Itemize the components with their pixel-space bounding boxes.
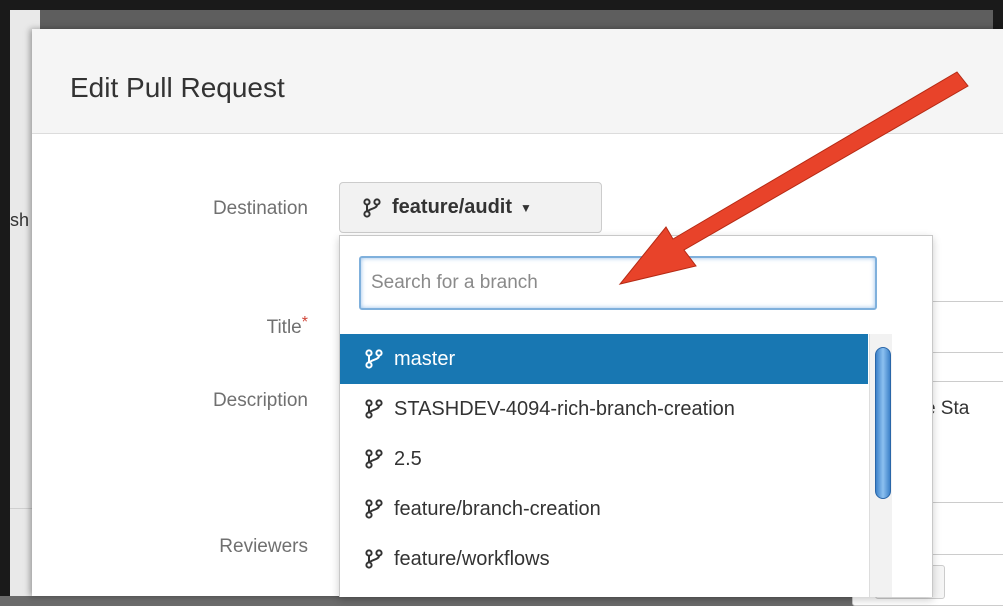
branch-icon — [365, 349, 383, 369]
description-label: Description — [212, 390, 308, 411]
branch-search-input[interactable] — [359, 256, 877, 310]
branch-option-label: feature/workflows — [394, 547, 550, 570]
caret-down-icon: ▼ — [520, 200, 532, 215]
branch-option-label: master — [394, 347, 456, 370]
background-divider — [10, 508, 32, 509]
required-asterisk: * — [301, 314, 308, 331]
branch-option-label: feature/branch-creation — [394, 497, 601, 520]
branch-option[interactable]: feature/workflows — [340, 534, 868, 584]
destination-branch-button[interactable]: feature/audit ▼ — [339, 182, 602, 233]
branch-icon — [365, 549, 383, 569]
branch-option[interactable]: STASHDEV-4305-test-authorize — [340, 584, 868, 597]
branch-option-label: STASHDEV-4094-rich-branch-creation — [394, 397, 735, 420]
branch-option[interactable]: 2.5 — [340, 434, 868, 484]
branch-icon — [365, 449, 383, 469]
edit-pull-request-dialog: Edit Pull Request Destination Title* Des… — [32, 29, 1003, 606]
title-label-text: Title — [266, 317, 302, 338]
branch-icon — [365, 499, 383, 519]
branch-selector-dropdown: master STASHDEV-4094-rich-branch-creatio… — [339, 235, 933, 597]
dialog-header: Edit Pull Request — [32, 29, 1003, 134]
dialog-title: Edit Pull Request — [70, 72, 285, 103]
background-text: sh — [10, 210, 30, 230]
destination-label: Destination — [212, 198, 308, 219]
branch-list: master STASHDEV-4094-rich-branch-creatio… — [340, 334, 868, 597]
branch-option-label: 2.5 — [394, 447, 422, 470]
branch-option[interactable]: STASHDEV-4094-rich-branch-creation — [340, 384, 868, 434]
title-label: Title* — [132, 314, 308, 339]
branch-option[interactable]: master — [340, 334, 868, 384]
branch-icon — [365, 399, 383, 419]
branch-icon — [363, 197, 381, 218]
reviewers-label: Reviewers — [219, 536, 308, 557]
branch-option[interactable]: feature/branch-creation — [340, 484, 868, 534]
destination-branch-name: feature/audit — [392, 196, 513, 218]
scrollbar-thumb[interactable] — [875, 347, 891, 499]
